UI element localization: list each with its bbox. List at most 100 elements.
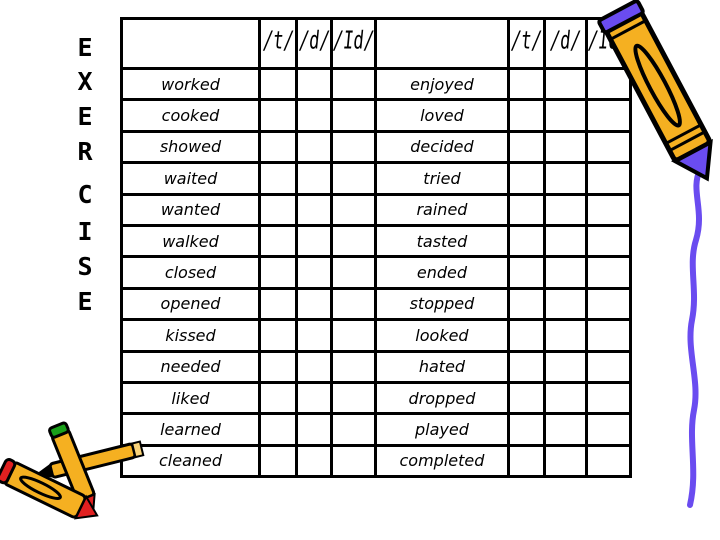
answer-cell-right-id[interactable] (584, 443, 632, 479)
answer-cell-right-t[interactable] (506, 192, 546, 227)
answer-cell-right-d[interactable] (542, 223, 588, 259)
answer-cell-left-id[interactable] (330, 286, 377, 322)
table-row: showed decided (120, 129, 632, 165)
answer-cell-left-d[interactable] (295, 66, 333, 102)
answer-cell-left-d[interactable] (295, 129, 333, 165)
answer-cell-left-d[interactable] (295, 443, 333, 479)
answer-cell-left-t[interactable] (258, 349, 298, 384)
header-word-left (120, 17, 261, 70)
answer-cell-left-t[interactable] (258, 443, 298, 479)
answer-cell-right-t[interactable] (506, 98, 546, 133)
side-letter: E (77, 33, 93, 62)
answer-cell-left-t[interactable] (258, 161, 298, 196)
answer-cell-left-d[interactable] (295, 286, 333, 322)
answer-cell-left-t[interactable] (258, 380, 298, 416)
answer-cell-left-d[interactable] (295, 255, 333, 290)
answer-cell-left-id[interactable] (330, 255, 377, 290)
answer-cell-right-t[interactable] (506, 286, 546, 322)
answer-cell-left-d[interactable] (295, 223, 333, 259)
answer-cell-right-d[interactable] (542, 412, 588, 447)
side-letter: S (77, 252, 93, 281)
answer-cell-left-id[interactable] (330, 349, 377, 384)
answer-cell-right-d[interactable] (542, 286, 588, 322)
verb-cell-left: opened (120, 286, 261, 322)
answer-cell-right-t[interactable] (506, 349, 546, 384)
header-d-left: /d/ (295, 17, 333, 70)
answer-cell-right-t[interactable] (506, 223, 546, 259)
answer-cell-right-id[interactable] (584, 223, 632, 259)
answer-cell-left-d[interactable] (295, 412, 333, 447)
side-letter: X (77, 67, 93, 96)
answer-cell-right-t[interactable] (506, 161, 546, 196)
answer-cell-left-d[interactable] (295, 380, 333, 416)
verb-cell-right: ended (373, 255, 510, 290)
answer-cell-right-t[interactable] (506, 380, 546, 416)
answer-cell-right-id[interactable] (584, 380, 632, 416)
answer-cell-right-t[interactable] (506, 255, 546, 290)
verb-cell-left: closed (120, 255, 261, 290)
answer-cell-right-t[interactable] (506, 443, 546, 479)
answer-cell-left-id[interactable] (330, 66, 377, 102)
verb-cell-left: learned (120, 412, 261, 447)
answer-cell-left-id[interactable] (330, 161, 377, 196)
answer-cell-left-id[interactable] (330, 98, 377, 133)
table-row: wanted rained (120, 192, 632, 227)
answer-cell-right-d[interactable] (542, 318, 588, 353)
answer-cell-right-d[interactable] (542, 255, 588, 290)
answer-cell-left-id[interactable] (330, 192, 377, 227)
answer-cell-right-d[interactable] (542, 98, 588, 133)
answer-cell-right-d[interactable] (542, 66, 588, 102)
answer-cell-right-id[interactable] (584, 161, 632, 196)
answer-cell-right-id[interactable] (584, 286, 632, 322)
answer-cell-left-id[interactable] (330, 443, 377, 479)
verb-cell-left: cleaned (120, 443, 261, 479)
answer-cell-left-id[interactable] (330, 129, 377, 165)
answer-cell-left-t[interactable] (258, 223, 298, 259)
answer-cell-right-id[interactable] (584, 412, 632, 447)
verb-cell-right: dropped (373, 380, 510, 416)
answer-cell-left-id[interactable] (330, 380, 377, 416)
verb-cell-right: rained (373, 192, 510, 227)
answer-cell-right-d[interactable] (542, 349, 588, 384)
answer-cell-left-d[interactable] (295, 318, 333, 353)
answer-cell-right-d[interactable] (542, 192, 588, 227)
answer-cell-right-id[interactable] (584, 318, 632, 353)
header-id-left: /Id/ (330, 17, 377, 70)
answer-cell-right-id[interactable] (584, 129, 632, 165)
verb-cell-right: looked (373, 318, 510, 353)
answer-cell-left-t[interactable] (258, 192, 298, 227)
verb-cell-left: walked (120, 223, 261, 259)
header-row: /t/ /d/ /Id/ /t/ /d/ /Id/ (120, 17, 632, 70)
answer-cell-left-d[interactable] (295, 161, 333, 196)
answer-cell-left-d[interactable] (295, 349, 333, 384)
answer-cell-left-t[interactable] (258, 66, 298, 102)
verb-cell-right: tried (373, 161, 510, 196)
verb-cell-right: completed (373, 443, 510, 479)
verb-cell-left: liked (120, 380, 261, 416)
answer-cell-right-id[interactable] (584, 349, 632, 384)
answer-cell-left-t[interactable] (258, 129, 298, 165)
answer-cell-right-id[interactable] (584, 98, 632, 133)
answer-cell-right-d[interactable] (542, 380, 588, 416)
answer-cell-left-t[interactable] (258, 255, 298, 290)
answer-cell-right-d[interactable] (542, 443, 588, 479)
answer-cell-right-t[interactable] (506, 66, 546, 102)
answer-cell-right-d[interactable] (542, 161, 588, 196)
answer-cell-left-id[interactable] (330, 223, 377, 259)
answer-cell-right-t[interactable] (506, 318, 546, 353)
answer-cell-right-t[interactable] (506, 129, 546, 165)
answer-cell-right-id[interactable] (584, 255, 632, 290)
header-id-right: /Id/ (584, 17, 632, 70)
answer-cell-left-d[interactable] (295, 192, 333, 227)
answer-cell-left-t[interactable] (258, 412, 298, 447)
answer-cell-right-t[interactable] (506, 412, 546, 447)
answer-cell-right-id[interactable] (584, 66, 632, 102)
answer-cell-left-t[interactable] (258, 286, 298, 322)
answer-cell-left-t[interactable] (258, 318, 298, 353)
answer-cell-right-d[interactable] (542, 129, 588, 165)
answer-cell-left-t[interactable] (258, 98, 298, 133)
answer-cell-left-id[interactable] (330, 318, 377, 353)
answer-cell-right-id[interactable] (584, 192, 632, 227)
answer-cell-left-id[interactable] (330, 412, 377, 447)
answer-cell-left-d[interactable] (295, 98, 333, 133)
